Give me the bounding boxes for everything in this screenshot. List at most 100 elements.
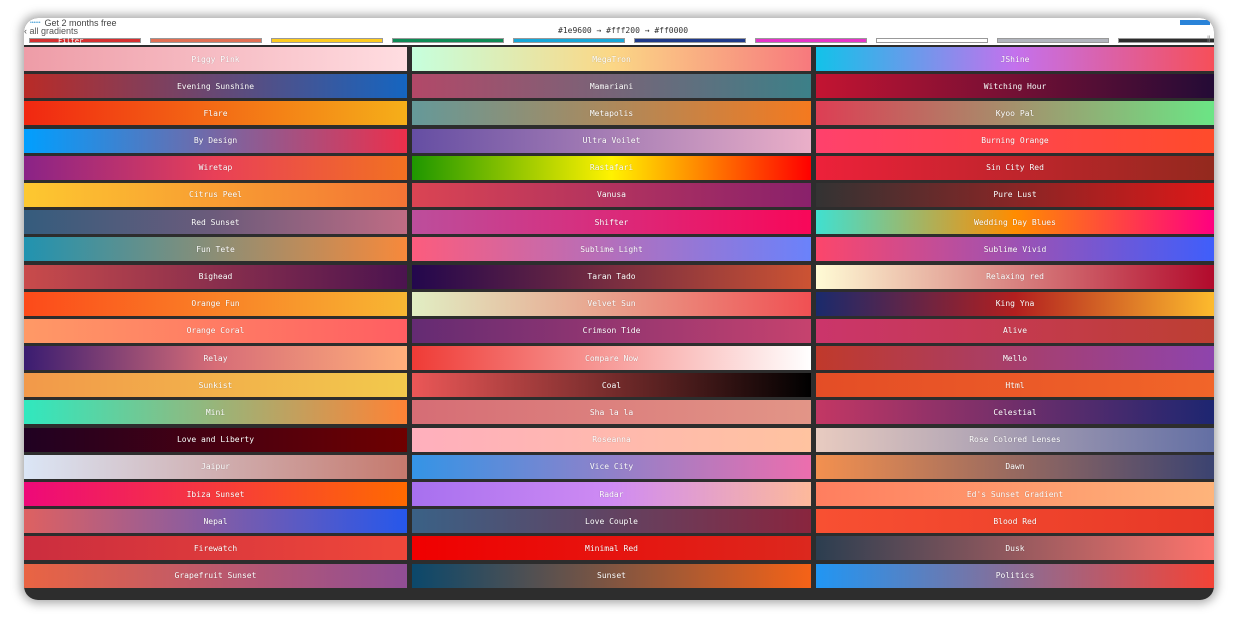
gradient-tile[interactable]: Politics bbox=[816, 563, 1214, 588]
color-filter-swatch[interactable] bbox=[755, 38, 867, 43]
gradient-name: King Yna bbox=[995, 299, 1035, 309]
color-filter-swatch[interactable] bbox=[150, 38, 262, 43]
gradient-tile[interactable]: Sin City Red bbox=[816, 155, 1214, 180]
gradient-tile[interactable]: Mamariani bbox=[412, 74, 811, 99]
gradient-name: Celestial bbox=[993, 407, 1037, 417]
gradient-tile[interactable]: Burning Orange bbox=[816, 128, 1214, 153]
gradient-name: Html bbox=[1005, 380, 1025, 390]
gradient-tile[interactable]: JShine bbox=[816, 47, 1214, 71]
gradient-tile[interactable]: Shifter bbox=[412, 210, 811, 235]
color-filter-swatch[interactable] bbox=[634, 38, 746, 43]
color-filter-swatch[interactable] bbox=[876, 38, 988, 43]
scroll-grip-icon[interactable]: ‖ bbox=[1207, 35, 1211, 43]
color-filter-swatch[interactable] bbox=[271, 38, 383, 43]
gradient-tile[interactable]: Compare Now bbox=[412, 346, 811, 371]
gradient-tile[interactable]: Orange Coral bbox=[24, 318, 407, 343]
gradient-name: Wiretap bbox=[198, 163, 233, 173]
gradient-tile[interactable]: Kyoo Pal bbox=[816, 101, 1214, 126]
gradient-tile[interactable]: Nepal bbox=[24, 509, 407, 534]
gradient-tile[interactable]: Sunkist bbox=[24, 373, 407, 398]
gradient-tile[interactable]: Rose Colored Lenses bbox=[816, 427, 1214, 452]
gradient-tile[interactable]: Flare bbox=[24, 101, 407, 126]
gradient-tile[interactable]: Rastafari bbox=[412, 155, 811, 180]
gradient-name: Compare Now bbox=[585, 353, 638, 363]
color-filter-swatch[interactable] bbox=[1118, 38, 1214, 43]
gradient-tile[interactable]: Taran Tado bbox=[412, 264, 811, 289]
gradient-tile[interactable]: Evening Sunshine bbox=[24, 74, 407, 99]
gradient-tile[interactable]: Vice City bbox=[412, 454, 811, 479]
gradient-name: Sublime Vivid bbox=[983, 244, 1047, 254]
gradient-name: Witching Hour bbox=[983, 81, 1047, 91]
gradient-tile[interactable]: Sublime Vivid bbox=[816, 237, 1214, 262]
gradient-tile[interactable]: Love and Liberty bbox=[24, 427, 407, 452]
gradient-tile[interactable]: Dawn bbox=[816, 454, 1214, 479]
gradient-name: Sunset bbox=[597, 571, 626, 581]
gradient-tile[interactable]: Fun Tete bbox=[24, 237, 407, 262]
color-filter-swatch[interactable] bbox=[997, 38, 1109, 43]
brand-logo-icon[interactable] bbox=[1180, 20, 1210, 25]
gradient-tile[interactable]: Firewatch bbox=[24, 536, 407, 561]
gradient-tile[interactable]: Vanusa bbox=[412, 182, 811, 207]
gradient-name: Kyoo Pal bbox=[995, 108, 1035, 118]
gradient-name: Mello bbox=[1002, 353, 1028, 363]
gradient-tile[interactable]: Ibiza Sunset bbox=[24, 482, 407, 506]
gradient-tile[interactable]: Sunset bbox=[412, 563, 811, 588]
gradient-tile[interactable]: King Yna bbox=[816, 291, 1214, 316]
gradient-tile[interactable]: Velvet Sun bbox=[412, 291, 811, 316]
gradient-name: Fun Tete bbox=[196, 244, 235, 254]
gradient-tile[interactable]: Ultra Voilet bbox=[412, 128, 811, 153]
gradient-tile[interactable]: Sha la la bbox=[412, 400, 811, 425]
gradient-name: Taran Tado bbox=[587, 272, 636, 281]
gradient-tile[interactable]: Crimson Tide bbox=[412, 318, 811, 343]
gradient-tile[interactable]: Celestial bbox=[816, 400, 1214, 425]
back-link-label[interactable]: all gradients bbox=[30, 26, 79, 36]
gradient-name: Love and Liberty bbox=[176, 435, 255, 445]
back-to-all-gradients-link[interactable]: ‹ all gradients bbox=[24, 27, 78, 36]
gradient-tile[interactable]: Blood Red bbox=[816, 509, 1214, 534]
gradient-name: Roseanna bbox=[592, 435, 631, 445]
gradient-tile[interactable]: Wedding Day Blues bbox=[816, 210, 1214, 235]
gradient-tile[interactable]: By Design bbox=[24, 128, 407, 153]
gradient-name: Coal bbox=[601, 380, 622, 390]
gradient-name: Burning Orange bbox=[981, 136, 1049, 146]
gradient-tile[interactable]: Red Sunset bbox=[24, 210, 407, 235]
gradient-tile[interactable]: Alive bbox=[816, 318, 1214, 343]
gradient-tile[interactable]: Wiretap bbox=[24, 155, 407, 180]
gradient-tile[interactable]: Radar bbox=[412, 482, 811, 506]
gradient-tile[interactable]: Love Couple bbox=[412, 509, 811, 534]
gradient-name: Orange Coral bbox=[186, 326, 245, 336]
color-filter-swatch[interactable] bbox=[29, 38, 141, 43]
gradient-tile[interactable]: Relay bbox=[24, 346, 407, 371]
gradient-name: Jaipur bbox=[201, 462, 230, 472]
gradient-tile[interactable]: Witching Hour bbox=[816, 74, 1214, 99]
gradient-tile[interactable]: Mini bbox=[24, 400, 407, 425]
gradient-name: Velvet Sun bbox=[587, 299, 636, 309]
gradient-name: Relay bbox=[203, 353, 228, 363]
gradient-name: Red Sunset bbox=[191, 217, 240, 227]
gradient-tile[interactable]: MegaTron bbox=[412, 47, 811, 71]
filter-label: Filter bbox=[58, 37, 84, 45]
gradient-name: Citrus Peel bbox=[189, 190, 242, 200]
gradient-tile[interactable]: Bighead bbox=[24, 264, 407, 289]
gradient-tile[interactable]: Minimal Red bbox=[412, 536, 811, 561]
gradient-tile[interactable]: Roseanna bbox=[412, 427, 811, 452]
gradient-tile[interactable]: Citrus Peel bbox=[24, 182, 407, 207]
gradient-tile[interactable]: Pure Lust bbox=[816, 182, 1214, 207]
gradient-tile[interactable]: Ed's Sunset Gradient bbox=[816, 482, 1214, 506]
gradient-tile[interactable]: Coal bbox=[412, 373, 811, 398]
gradient-name: Mini bbox=[205, 407, 226, 417]
gradient-name: Grapefruit Sunset bbox=[174, 571, 257, 581]
gradient-tile[interactable]: Sublime Light bbox=[412, 237, 811, 262]
gradient-tile[interactable]: Relaxing red bbox=[816, 264, 1214, 289]
gradient-tile[interactable]: Mello bbox=[816, 346, 1214, 371]
gradient-tile[interactable]: Grapefruit Sunset bbox=[24, 563, 407, 588]
color-filter-swatch[interactable] bbox=[513, 38, 625, 43]
gradient-tile[interactable]: Jaipur bbox=[24, 454, 407, 479]
gradient-tile[interactable]: Metapolis bbox=[412, 101, 811, 126]
gradient-tile[interactable]: Orange Fun bbox=[24, 291, 407, 316]
gradient-name: Pure Lust bbox=[993, 190, 1037, 200]
gradient-tile[interactable]: Piggy Pink bbox=[24, 47, 407, 71]
gradient-tile[interactable]: Html bbox=[816, 373, 1214, 398]
color-filter-swatch[interactable] bbox=[392, 38, 504, 43]
gradient-tile[interactable]: Dusk bbox=[816, 536, 1214, 561]
